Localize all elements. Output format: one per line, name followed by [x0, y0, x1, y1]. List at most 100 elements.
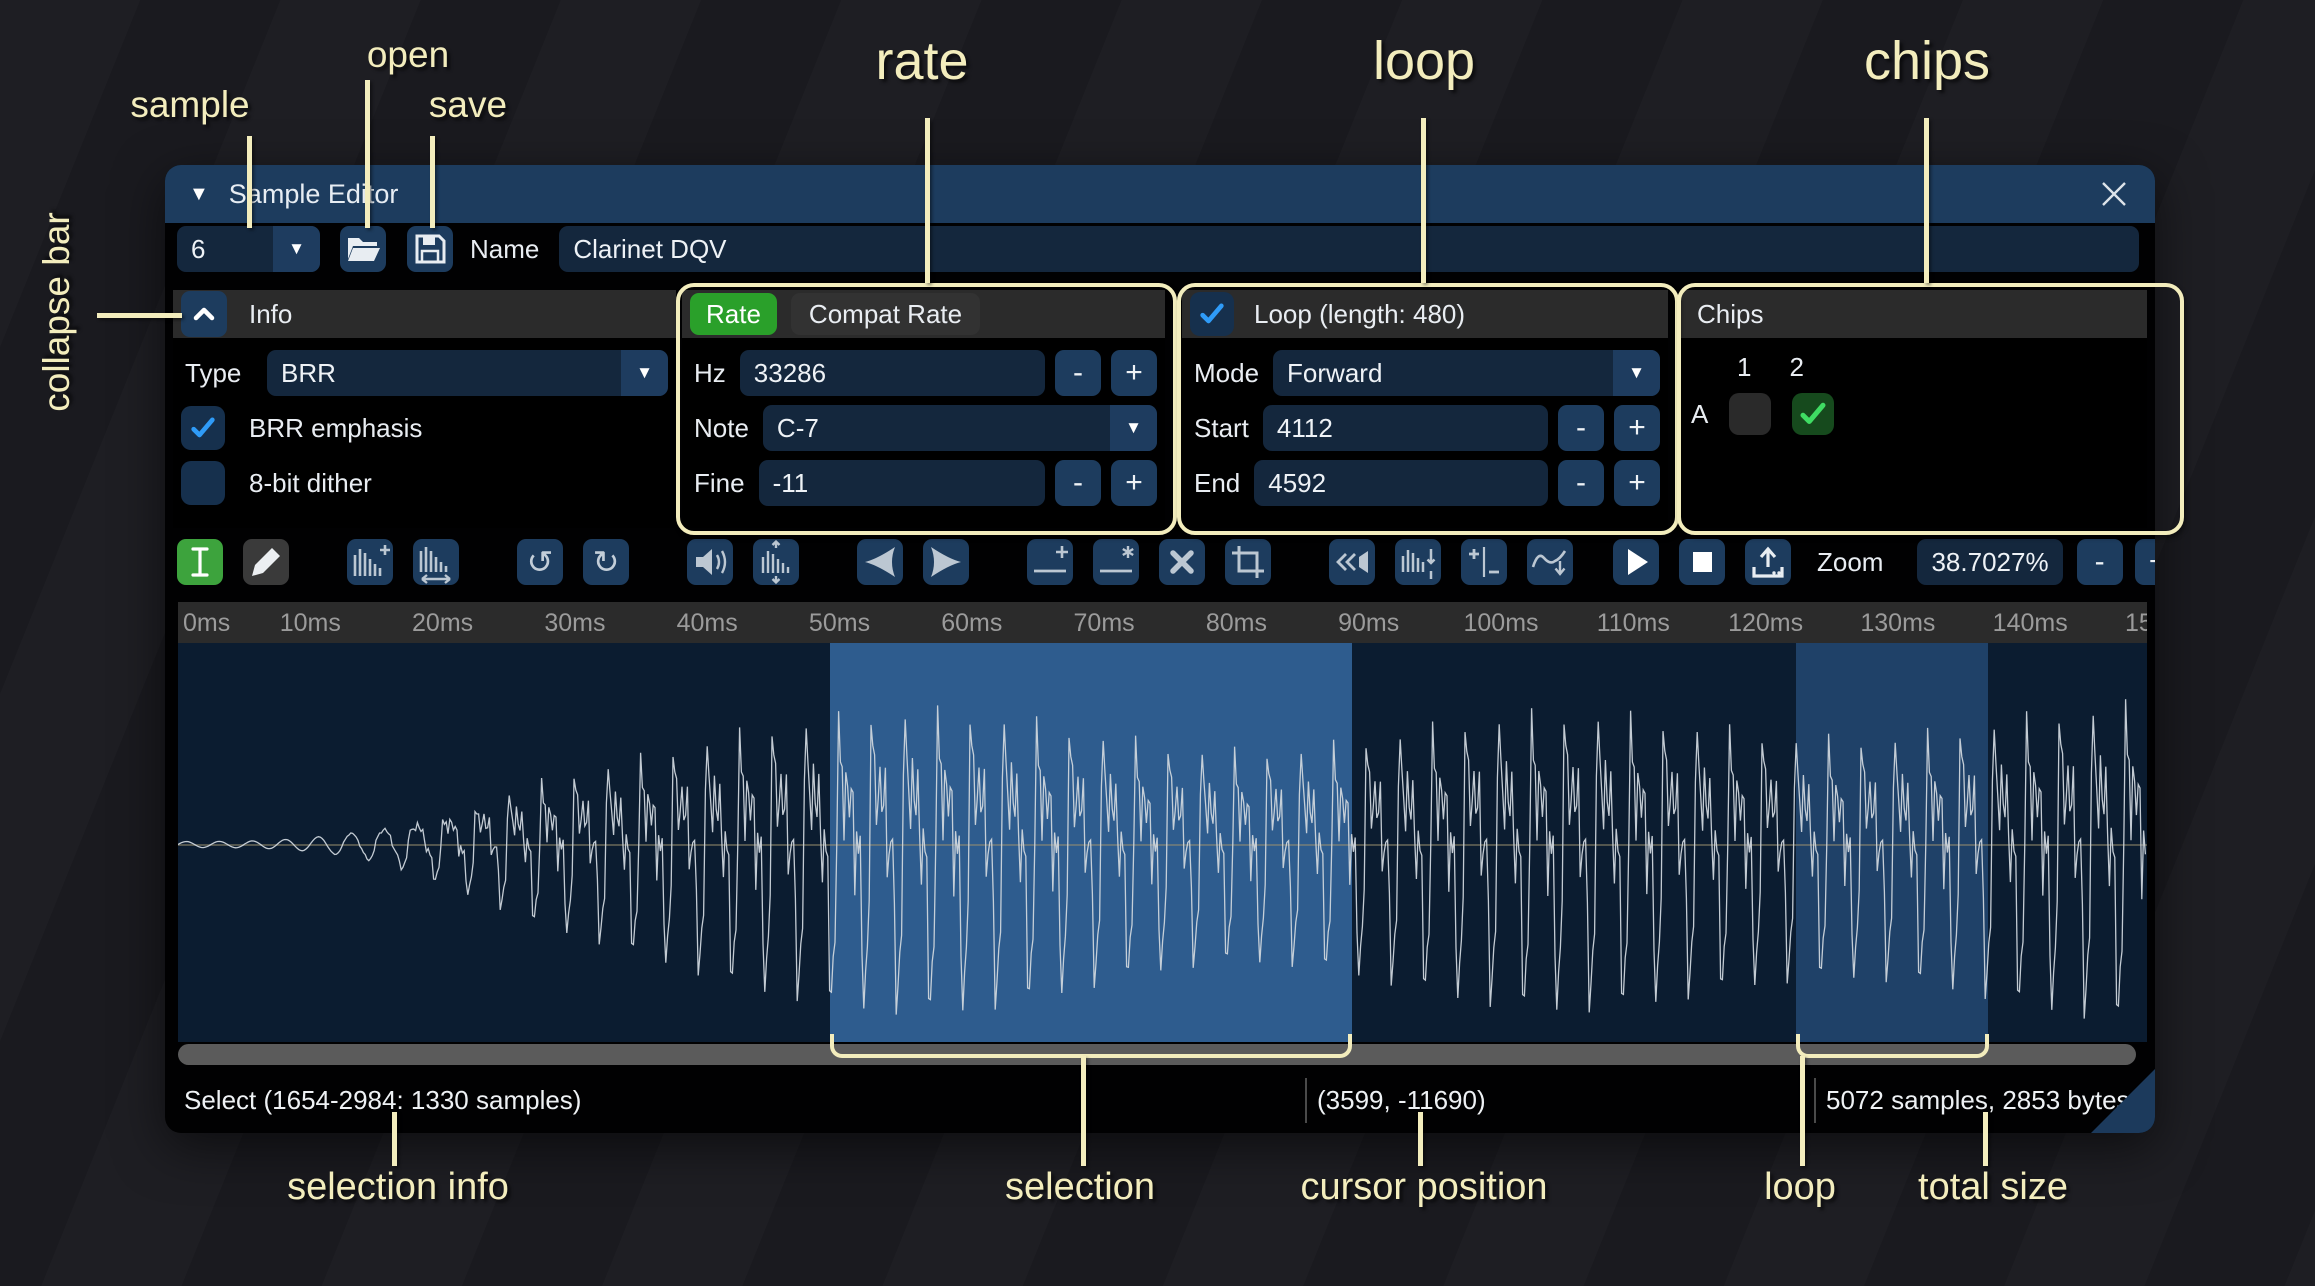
- annotation-loop-bottom: loop: [1764, 1166, 1836, 1209]
- name-label: Name: [470, 234, 539, 265]
- redo-icon: ↻: [583, 539, 629, 585]
- fade-out-button[interactable]: [923, 539, 969, 585]
- ruler-tick: 130ms: [1860, 609, 1935, 638]
- info-panel-header: Info: [173, 290, 676, 338]
- annotation-save: save: [429, 84, 507, 126]
- apply-silence-button[interactable]: [1093, 539, 1139, 585]
- waveform-stretch-icon: [413, 539, 459, 585]
- save-sample-button[interactable]: [407, 226, 453, 272]
- ruler-tick: 10ms: [280, 609, 341, 638]
- zoom-in-button[interactable]: +: [2135, 539, 2155, 585]
- ruler-tick: 90ms: [1338, 609, 1399, 638]
- ruler-tick: 80ms: [1206, 609, 1267, 638]
- annotation-chips: chips: [1864, 30, 1990, 92]
- rate-annotation-box: [676, 283, 1177, 535]
- callout-line-selection-info: [392, 1112, 397, 1166]
- ruler-tick: 120ms: [1728, 609, 1803, 638]
- sign-invert-button[interactable]: [1461, 539, 1507, 585]
- stop-icon: [1679, 539, 1725, 585]
- sample-index-dropdown[interactable]: 6 ▼: [177, 226, 320, 272]
- invert-button[interactable]: [1395, 539, 1441, 585]
- create-wavetable-button[interactable]: [1745, 539, 1791, 585]
- normalize-button[interactable]: [753, 539, 799, 585]
- window-titlebar[interactable]: ▼ Sample Editor: [165, 165, 2155, 223]
- insert-silence-button[interactable]: [1027, 539, 1073, 585]
- redo-button[interactable]: ↻: [583, 539, 629, 585]
- waveform-plus-icon: [347, 539, 393, 585]
- plus-minus-icon: [1461, 539, 1507, 585]
- amplify-button[interactable]: [687, 539, 733, 585]
- close-button[interactable]: [2097, 177, 2131, 211]
- ruler-tick: 30ms: [544, 609, 605, 638]
- ruler-tick: 110ms: [1597, 609, 1670, 638]
- status-bar: Select (1654-2984: 1330 samples) (3599, …: [178, 1068, 2147, 1133]
- sample-type-dropdown[interactable]: BRR ▼: [267, 350, 668, 396]
- undo-button[interactable]: ↺: [517, 539, 563, 585]
- reverse-icon: [1329, 539, 1375, 585]
- play-sample-button[interactable]: [1613, 539, 1659, 585]
- callout-line-chips: [1924, 118, 1929, 283]
- annotation-loop: loop: [1373, 30, 1475, 92]
- delete-button[interactable]: [1159, 539, 1205, 585]
- resize-button[interactable]: [347, 539, 393, 585]
- annotation-open: open: [367, 34, 449, 76]
- sample-toolbar: ↺ ↻: [177, 538, 2143, 586]
- undo-icon: ↺: [517, 539, 563, 585]
- speaker-icon: [687, 539, 733, 585]
- select-mode-button[interactable]: [177, 539, 223, 585]
- resize-grip[interactable]: [2091, 1069, 2155, 1133]
- ruler-tick: 140ms: [1993, 609, 2068, 638]
- trim-button[interactable]: [1225, 539, 1271, 585]
- open-sample-button[interactable]: [340, 226, 386, 272]
- reverse-button[interactable]: [1329, 539, 1375, 585]
- annotation-total-size: total size: [1918, 1166, 2068, 1209]
- timeline-ruler[interactable]: 0ms10ms20ms30ms40ms50ms60ms70ms80ms90ms1…: [178, 602, 2147, 643]
- type-label: Type: [181, 358, 253, 389]
- callout-line-loop-bottom: [1800, 1056, 1805, 1166]
- annotation-selection: selection: [1005, 1166, 1155, 1209]
- callout-line-cursor-position: [1418, 1112, 1423, 1166]
- resample-button[interactable]: [413, 539, 459, 585]
- ruler-tick: 150ms: [2125, 609, 2147, 638]
- annotation-collapse-bar: collapse bar: [36, 212, 78, 412]
- play-icon: [1613, 539, 1659, 585]
- ruler-tick: 70ms: [1074, 609, 1135, 638]
- zoom-label: Zoom: [1817, 547, 1883, 578]
- delete-x-icon: [1159, 539, 1205, 585]
- brr-emphasis-checkbox[interactable]: [181, 406, 225, 450]
- waveform-path: [178, 699, 2145, 1018]
- filter-button[interactable]: [1527, 539, 1573, 585]
- collapse-bar-button[interactable]: [181, 291, 227, 337]
- annotation-selection-info: selection info: [287, 1166, 509, 1209]
- callout-line-rate: [925, 118, 930, 283]
- check-icon: [189, 414, 217, 442]
- fade-in-button[interactable]: [857, 539, 903, 585]
- status-cursor-position: (3599, -11690): [1305, 1078, 1814, 1124]
- brr-emphasis-label: BRR emphasis: [245, 413, 422, 444]
- silence-star-icon: [1093, 539, 1139, 585]
- zoom-value-field[interactable]: 38.7027%: [1917, 539, 2062, 585]
- ruler-tick: 0ms: [183, 609, 230, 638]
- sample-name-field[interactable]: Clarinet DQV: [559, 226, 2139, 272]
- dither-label: 8-bit dither: [245, 468, 372, 499]
- sample-index-value: 6: [177, 226, 273, 272]
- sample-row: 6 ▼ Name Clarinet DQV: [177, 225, 2139, 273]
- chevron-down-icon[interactable]: ▼: [273, 226, 320, 272]
- waveform-invert-icon: [1395, 539, 1441, 585]
- callout-line-sample: [247, 136, 252, 228]
- stop-sample-button[interactable]: [1679, 539, 1725, 585]
- callout-line-collapse-bar: [97, 313, 182, 318]
- filter-wave-icon: [1527, 539, 1573, 585]
- folder-open-icon: [340, 226, 386, 272]
- waveform-view[interactable]: [178, 643, 2147, 1042]
- zoom-out-button[interactable]: -: [2077, 539, 2123, 585]
- chevron-down-icon[interactable]: ▼: [621, 350, 668, 396]
- annotation-cursor-position: cursor position: [1300, 1166, 1547, 1209]
- dither-checkbox[interactable]: [181, 461, 225, 505]
- draw-mode-button[interactable]: [243, 539, 289, 585]
- sample-name-value: Clarinet DQV: [573, 234, 726, 265]
- waveform-normalize-icon: [753, 539, 799, 585]
- collapse-window-icon[interactable]: ▼: [189, 183, 209, 206]
- pencil-icon: [243, 539, 289, 585]
- status-selection-info: Select (1654-2984: 1330 samples): [178, 1078, 1305, 1124]
